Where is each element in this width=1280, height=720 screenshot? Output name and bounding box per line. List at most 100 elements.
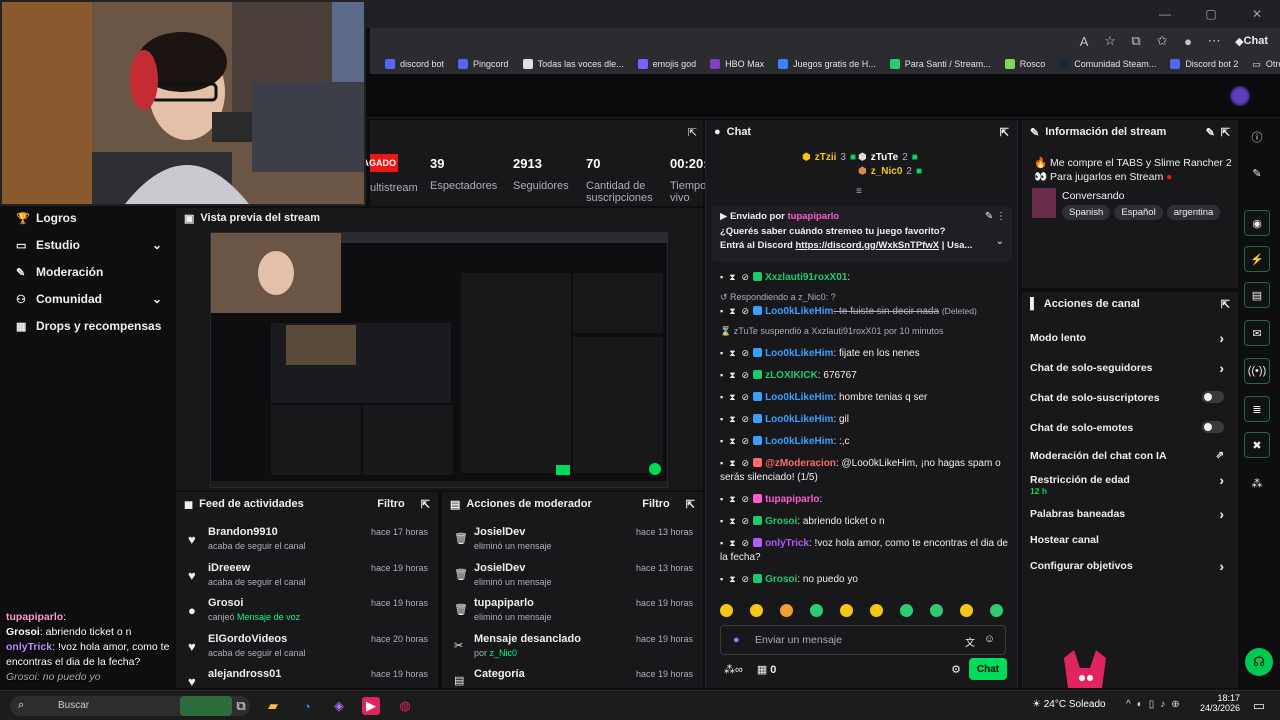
maximize-button[interactable]: ▢: [1188, 0, 1234, 28]
delete-msg-icon[interactable]: ▪: [720, 392, 723, 402]
channel-action-item[interactable]: Chat de solo-seguidores ›: [1030, 360, 1230, 376]
delete-msg-icon[interactable]: ▪: [720, 436, 723, 446]
points-display[interactable]: ▦ 0: [757, 663, 777, 676]
channel-points-icon[interactable]: ⁂∞: [724, 663, 743, 676]
chat-message[interactable]: ▪ ⧗ ⊘ Loo0kLikeHim: :,c: [720, 434, 1009, 449]
chat-message[interactable]: ▪ ⧗ ⊘ onlyTrick: !voz hola amor, como te en…: [720, 536, 1009, 565]
camera-icon[interactable]: ◉: [1244, 210, 1270, 236]
bookmark-item[interactable]: Juegos gratis de H...: [771, 59, 883, 69]
chat-popout-icon[interactable]: ⇱: [1000, 126, 1009, 139]
chat-username[interactable]: Loo0kLikeHim: [765, 392, 833, 403]
external-link-icon[interactable]: ⇗: [1216, 450, 1224, 461]
leaderboard-collapse-icon[interactable]: ≡: [856, 186, 862, 197]
ban-user-icon[interactable]: ⊘: [742, 392, 750, 402]
chat-username[interactable]: tupapiparlo: [765, 494, 819, 505]
bookmark-item[interactable]: Discord bot 2: [1163, 59, 1245, 69]
user-avatar[interactable]: [1230, 86, 1250, 106]
chat-message[interactable]: ▪ ⧗ ⊘ Loo0kLikeHim: gil: [720, 412, 1009, 427]
ban-user-icon[interactable]: ⊘: [742, 370, 750, 380]
channel-action-item[interactable]: Chat de solo-suscriptores: [1030, 391, 1230, 404]
channel-action-item[interactable]: Restricción de edad 12 h ›: [1030, 472, 1230, 496]
emote-icon[interactable]: [840, 604, 853, 617]
chat-message[interactable]: ↺ Respondiendo a z_Nic0: ?: [720, 290, 1009, 304]
chat-settings-icon[interactable]: ⚙: [951, 663, 961, 676]
activity-user[interactable]: Brandon9910: [208, 526, 278, 538]
chevron-down-icon[interactable]: ⌄: [152, 238, 162, 252]
delete-msg-icon[interactable]: ▪: [720, 306, 723, 316]
app-icon[interactable]: ◈: [330, 697, 348, 715]
chat-username[interactable]: Loo0kLikeHim: [765, 414, 833, 425]
file-explorer-icon[interactable]: ▰: [264, 697, 282, 715]
toggle-switch[interactable]: [1202, 421, 1224, 433]
close-window-button[interactable]: ✕: [1234, 0, 1280, 28]
mod-filter-button[interactable]: Filtro: [642, 498, 670, 510]
mod-action-name[interactable]: Categoría: [474, 668, 525, 680]
bookmark-item[interactable]: Para Santi / Stream...: [883, 59, 998, 69]
chat-message[interactable]: ▪ ⧗ ⊘ Loo0kLikeHim: te fuiste sin decir nad…: [720, 304, 1009, 319]
profile-icon[interactable]: ●: [1177, 30, 1199, 52]
ban-user-icon[interactable]: ⊘: [742, 574, 750, 584]
top-gifter[interactable]: ⬢ z_Nic0 2 ■: [858, 166, 922, 177]
info-icon[interactable]: ⓘ: [1244, 124, 1270, 150]
timeout-user-icon[interactable]: ⧗: [729, 348, 735, 358]
delete-msg-icon[interactable]: ▪: [720, 370, 723, 380]
mod-action-name[interactable]: tupapiparlo: [474, 597, 534, 609]
support-icon[interactable]: ☊: [1245, 648, 1273, 676]
broadcast-icon[interactable]: ((•)): [1244, 358, 1270, 384]
timeout-user-icon[interactable]: ⧗: [729, 414, 735, 424]
sidebar-item[interactable]: ▦ Drops y recompensas: [16, 319, 162, 333]
channel-action-item[interactable]: Configurar objetivos ›: [1030, 558, 1230, 574]
chat-username[interactable]: Loo0kLikeHim: [765, 436, 833, 447]
emote-icon[interactable]: [810, 604, 823, 617]
chat-message[interactable]: ▪ ⧗ ⊘ tupapiparlo:: [720, 492, 1009, 507]
translate-icon[interactable]: 文: [965, 634, 975, 649]
ban-user-icon[interactable]: ⊘: [742, 272, 750, 282]
chevron-right-icon[interactable]: ›: [1219, 330, 1224, 346]
taskbar-search[interactable]: ⌕ Buscar: [10, 696, 250, 716]
chevron-right-icon[interactable]: ›: [1219, 506, 1224, 522]
top-gifter[interactable]: ⬢ zTuTe 2 ■: [858, 152, 918, 163]
emote-icon[interactable]: [780, 604, 793, 617]
sidebar-item[interactable]: 🏆 Logros: [16, 211, 162, 225]
delete-msg-icon[interactable]: ▪: [720, 414, 723, 424]
timeout-user-icon[interactable]: ⧗: [729, 272, 735, 282]
bookmark-item[interactable]: discord bot: [378, 59, 451, 69]
activity-row[interactable]: ♥ Brandon9910 acaba de seguir el canal hace…: [184, 526, 430, 562]
weather-widget[interactable]: ☀ 24°C Soleado: [1032, 699, 1106, 710]
ban-user-icon[interactable]: ⊘: [742, 436, 750, 446]
channel-action-item[interactable]: Hostear canal: [1030, 534, 1230, 546]
chevron-right-icon[interactable]: ›: [1219, 360, 1224, 376]
timeout-user-icon[interactable]: ⧗: [729, 538, 735, 548]
system-tray-icons[interactable]: ^◐▯♪⊕: [1126, 699, 1186, 710]
timeout-user-icon[interactable]: ⧗: [729, 574, 735, 584]
sidebar-item[interactable]: ⚇ Comunidad ⌄: [16, 292, 162, 306]
chat-username[interactable]: zLOXIKICK: [765, 370, 818, 381]
actions-popout-icon[interactable]: ⇱: [1221, 298, 1230, 311]
chat-username[interactable]: Grosoi: [765, 516, 797, 527]
toggle-switch[interactable]: [1202, 391, 1224, 403]
ban-user-icon[interactable]: ⊘: [742, 348, 750, 358]
ban-user-icon[interactable]: ⊘: [742, 516, 750, 526]
mod-action-row[interactable]: ✂ Mensaje desanclado por z_Nic0 hace 19 hor…: [450, 633, 695, 669]
emote-icon[interactable]: [900, 604, 913, 617]
emote-icon[interactable]: [720, 604, 733, 617]
favorite-star-icon[interactable]: ☆: [1099, 30, 1121, 52]
stream-preview-video[interactable]: [210, 232, 668, 488]
chevron-right-icon[interactable]: ›: [1219, 472, 1224, 488]
task-view-icon[interactable]: ⧉: [232, 697, 250, 715]
chat-message[interactable]: ▪ ⧗ ⊘ zLOXIKICK: 676767: [720, 368, 1009, 383]
channel-action-item[interactable]: Moderación del chat con IA ⇗: [1030, 450, 1230, 462]
emote-icon[interactable]: [930, 604, 943, 617]
delete-msg-icon[interactable]: ▪: [720, 348, 723, 358]
extensions-icon[interactable]: ⧉: [1125, 30, 1147, 52]
apps-icon[interactable]: ⁂: [1244, 470, 1270, 496]
activity-user[interactable]: iDreeew: [208, 562, 250, 574]
other-bookmarks[interactable]: ▭ Otros favoritos: [1245, 59, 1280, 70]
clipboard-icon[interactable]: ▤: [1244, 282, 1270, 308]
emote-picker-icon[interactable]: ☺: [984, 633, 995, 645]
activity-row[interactable]: ♥ iDreeew acaba de seguir el canal hace 19 …: [184, 562, 430, 598]
mod-action-name[interactable]: JosielDev: [474, 562, 525, 574]
pinned-expand-icon[interactable]: ⌄: [996, 236, 1004, 247]
mod-popout-icon[interactable]: ⇱: [686, 498, 695, 511]
tools-icon[interactable]: ✖: [1244, 432, 1270, 458]
